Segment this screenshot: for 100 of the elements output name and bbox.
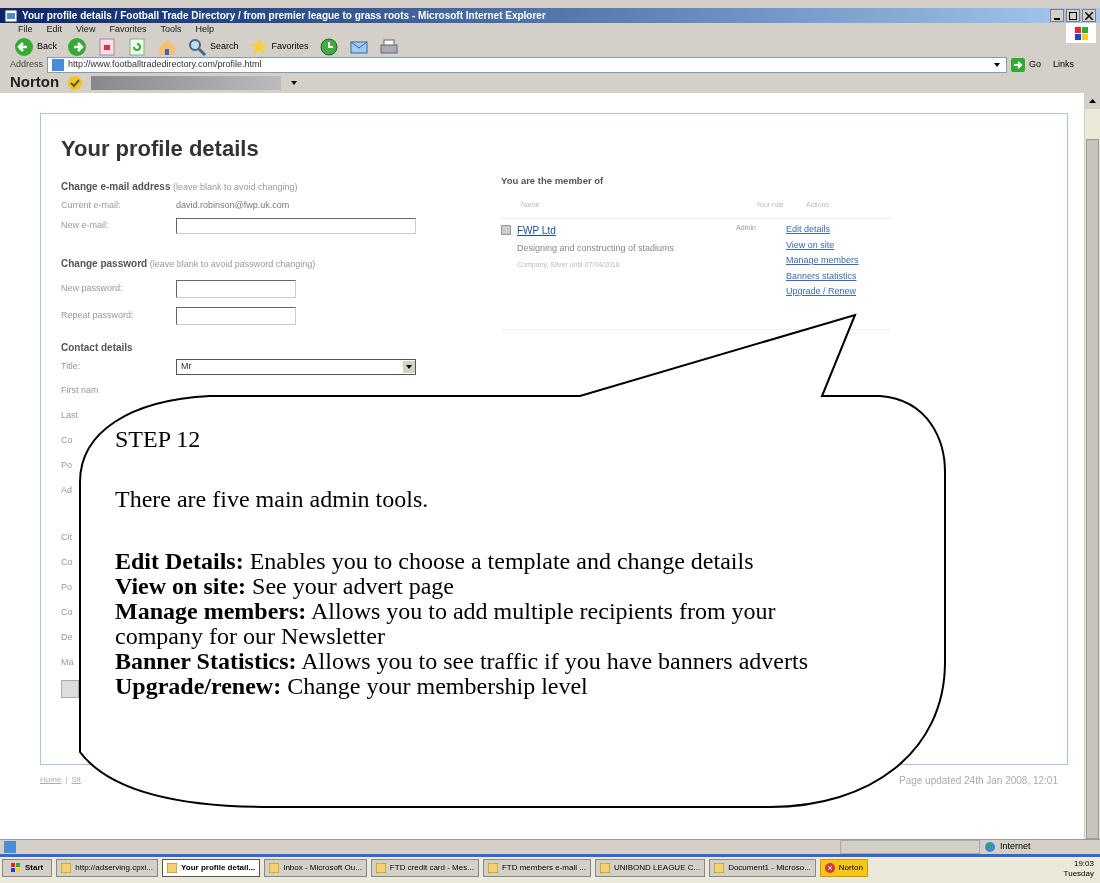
menu-item[interactable]: Help [195,23,214,37]
ie-page-icon [4,8,18,23]
close-circle-icon [824,862,835,873]
field-label: Ma [61,656,74,670]
step-title: STEP 12 [115,427,202,452]
action-link[interactable]: Banners statistics [786,269,859,284]
submit-button[interactable] [61,679,79,698]
start-button[interactable]: Start [2,858,53,877]
forward-button[interactable] [67,36,87,57]
password-field[interactable] [176,280,296,298]
section-title: You are the member of [501,173,605,188]
field-label: De [61,631,73,645]
taskbar-button[interactable]: http://adserving.cpxi... [56,858,159,877]
email-field[interactable] [176,218,416,234]
search-button[interactable]: Search [187,36,239,57]
menu-item[interactable]: File [18,23,33,37]
close-icon [1085,11,1093,20]
clock-time: 19:03 [1073,858,1094,869]
taskbar-button[interactable]: FTD members e-mail ... [482,858,591,877]
address-label: Address [10,57,44,71]
page-updated-text: Page updated 24th Jan 2008, 12:01 [898,773,1058,788]
globe-icon [984,840,996,853]
scrollbar-thumb[interactable] [1086,138,1099,839]
taskbar-button[interactable]: Document1 - Microso... [709,858,816,877]
current-email: david.robinson@fwp.uk.com [176,199,290,213]
field-label: Current e-mail: [61,199,122,213]
taskbar-button[interactable]: Inbox - Microsoft Ou... [264,858,367,877]
section-title: Change e-mail address (leave blank to avoid changing) [61,179,299,194]
window-icon [599,862,610,873]
windows-logo-icon [11,862,21,873]
intro-text: There are five main admin tools. [115,487,430,512]
field-label: Po [61,459,72,473]
section-title: Change password (leave blank to avoid password changing) [61,257,317,271]
password-field[interactable] [176,307,296,325]
field-label: Cit [61,531,72,545]
tool-description: Manage members: Allows you to add multiple recipients from your company for our Newsletter [115,599,777,649]
tool-description: Banner Statistics: Allows you to see traffic if you have banners adverts [115,649,809,674]
tool-description: View on site: See your advert page [115,574,455,599]
history-button[interactable] [318,36,339,57]
minimize-button[interactable] [1050,9,1064,22]
link-separator: | [65,774,68,786]
scrollbar[interactable] [1084,92,1100,839]
go-arrow-icon [1010,57,1025,72]
action-link[interactable]: Edit details [786,223,859,237]
window-title: Your profile details / Football Trade Directory / from premier league to grass roots - Microsoft Internet Explorer [22,9,547,23]
field-label: Po [61,581,72,595]
company-description: Designing and constructing of stadiums [517,242,675,256]
action-link[interactable]: Manage members [786,254,859,268]
search-icon [187,36,207,57]
field-label: Co [61,434,73,448]
stop-button[interactable] [97,36,117,57]
field-label: Co [61,556,73,570]
menu-item[interactable]: Tools [160,23,182,37]
action-link[interactable]: View on site [786,238,859,253]
logo-thumbnail [501,225,511,236]
company-link[interactable]: FWP Ltd [517,223,675,239]
section-title: Contact details [61,340,134,355]
back-button[interactable]: Back [14,36,57,57]
zone-label: Internet [1000,839,1031,853]
print-button[interactable] [378,36,399,57]
action-link[interactable]: Upgrade / Renew [786,285,859,299]
taskbar-button[interactable]: Your profile detail... [162,858,261,877]
tool-description: Upgrade/renew: Change your membership level [115,674,588,699]
taskbar-button[interactable]: FTD credit card - Mes... [370,858,479,877]
address-field[interactable]: http://www.footballtradedirectory.com/profile.html [47,56,1007,73]
favorites-button[interactable]: Favorites [248,36,309,57]
field-label: Repeat password: [61,309,135,323]
links-button[interactable]: Links [1053,57,1074,72]
window-icon [61,862,72,873]
up-arrow-icon [1089,98,1096,103]
taskbar-button[interactable]: Norton [819,858,868,877]
close-button[interactable] [1082,9,1096,22]
norton-label: Norton [10,72,60,93]
window-icon [714,862,725,873]
field-label: Ad [61,484,72,498]
field-label: Last [61,409,78,423]
printer-icon [378,36,399,57]
ie-page-icon [52,58,65,71]
menu-item[interactable]: View [76,23,96,37]
scroll-up-button[interactable] [1085,92,1100,109]
window-icon [269,862,280,873]
taskbar-button[interactable]: UNIBOND LEAGUE C... [594,858,706,877]
page-heading: Your profile details [61,134,260,163]
window-icon [375,862,386,873]
field-label: New e-mail: [61,219,110,233]
menu-item[interactable]: Edit [46,23,63,37]
refresh-button[interactable] [127,36,147,57]
go-button[interactable]: Go [1010,57,1041,72]
title-select[interactable]: Mr [176,358,416,375]
windows-logo-icon [1066,23,1096,43]
menu-item[interactable]: Favorites [109,23,147,37]
stop-page-icon [97,36,117,57]
page-icon [4,840,16,853]
tool-description: Edit Details: Enables you to choose a template and change details [115,549,755,574]
field-label: Co [61,606,73,620]
window-icon [487,862,498,873]
maximize-button[interactable] [1066,9,1080,22]
field-label: New password: [61,282,124,296]
refresh-page-icon [127,36,147,57]
minimize-icon [1054,17,1060,20]
